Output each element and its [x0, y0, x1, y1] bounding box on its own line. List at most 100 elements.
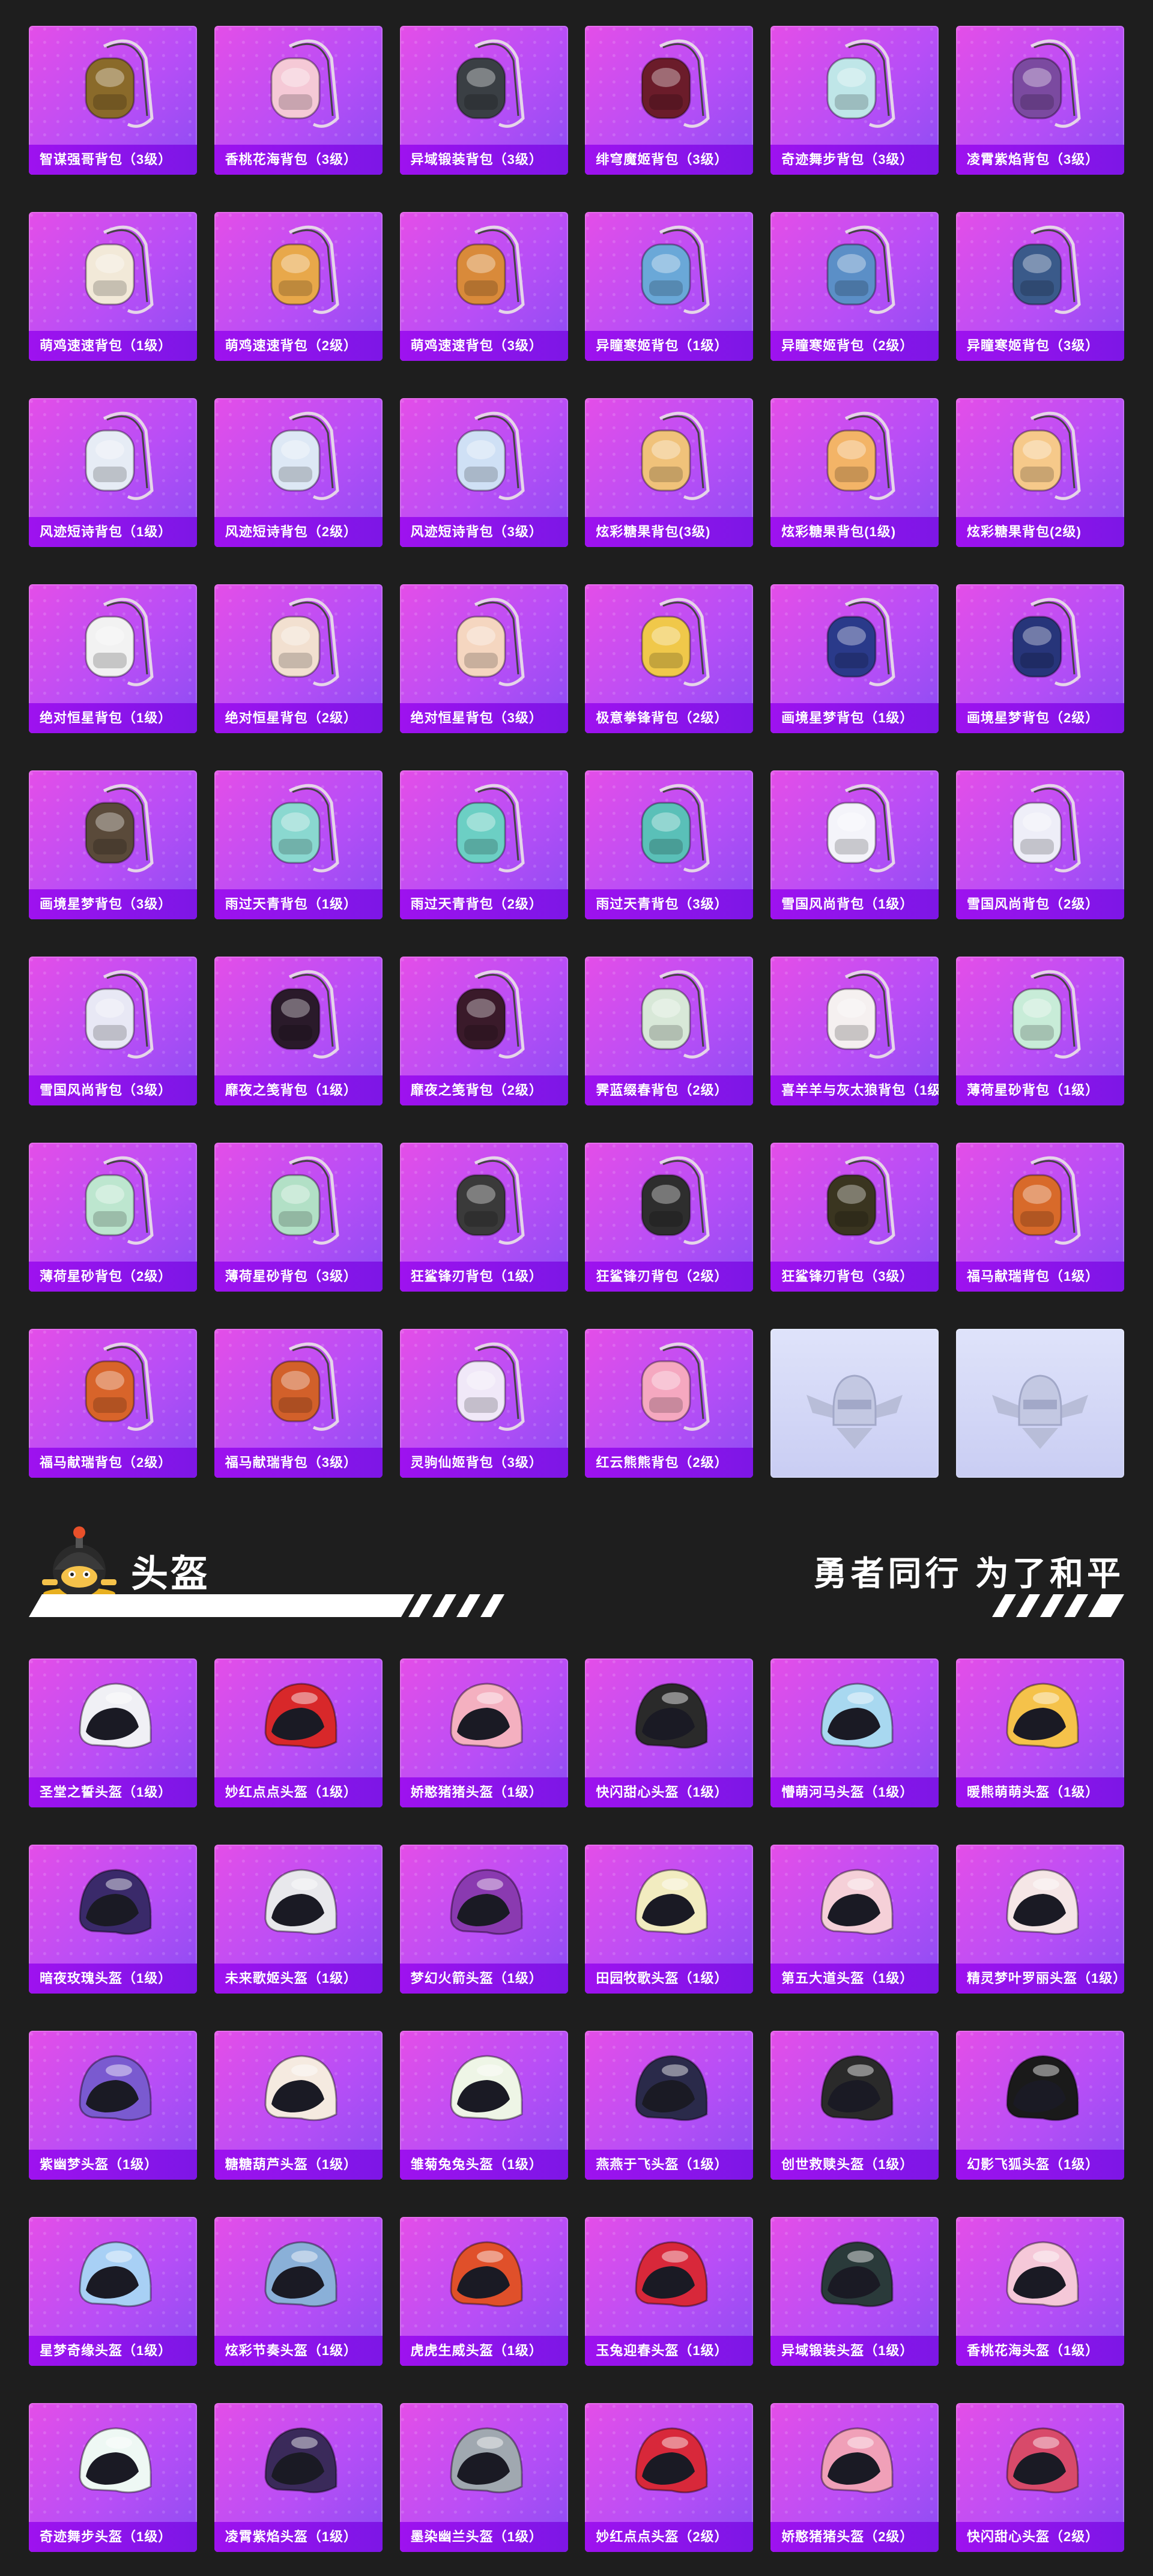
- backpack-card[interactable]: 风迹短诗背包（1级）: [29, 398, 197, 547]
- helmet-card[interactable]: 精灵梦叶罗丽头盔（1级）: [955, 1845, 1124, 1994]
- backpack-card[interactable]: 薄荷星砂背包（3级）: [214, 1143, 383, 1292]
- helmet-card[interactable]: 异域锻装头盔（1级）: [770, 2217, 939, 2366]
- backpack-card[interactable]: 奇迹舞步背包（3级）: [770, 26, 939, 175]
- helmet-card[interactable]: 妙红点点头盔（2级）: [585, 2403, 754, 2552]
- backpack-card[interactable]: 薄荷星砂背包（2级）: [29, 1143, 197, 1292]
- helmet-icon: [989, 2039, 1091, 2141]
- backpack-icon: [618, 407, 720, 509]
- backpack-card[interactable]: 霁蓝缀春背包（2级）: [585, 957, 754, 1105]
- backpack-card[interactable]: 狂鲨锋刃背包（1级）: [399, 1143, 568, 1292]
- helmet-card[interactable]: 奇迹舞步头盔（1级）: [29, 2403, 197, 2552]
- backpack-card[interactable]: 雨过天青背包（3级）: [585, 770, 754, 919]
- helmet-card[interactable]: 糖糖葫芦头盔（1级）: [214, 2031, 383, 2180]
- backpack-card[interactable]: 萌鸡速速背包（1级）: [29, 212, 197, 361]
- backpack-card[interactable]: 雨过天青背包（2级）: [399, 770, 568, 919]
- helmet-icon: [803, 2225, 906, 2327]
- backpack-card[interactable]: 智谋强哥背包（3级）: [29, 26, 197, 175]
- backpack-card[interactable]: 红云熊熊背包（2级）: [585, 1329, 754, 1478]
- helmet-card[interactable]: 炫彩节奏头盔（1级）: [214, 2217, 383, 2366]
- backpack-card[interactable]: 极意拳锋背包（2级）: [585, 584, 754, 733]
- helmet-card[interactable]: 懵萌河马头盔（1级）: [770, 1658, 939, 1807]
- helmet-icon: [62, 1853, 164, 1955]
- backpack-card[interactable]: 绝对恒星背包（2级）: [214, 584, 383, 733]
- helmet-card[interactable]: 创世救赎头盔（1级）: [770, 2031, 939, 2180]
- helmet-card[interactable]: 凌霄紫焰头盔（1级）: [214, 2403, 383, 2552]
- helmet-card[interactable]: 雏菊兔兔头盔（1级）: [399, 2031, 568, 2180]
- helmet-card[interactable]: 燕燕于飞头盔（1级）: [585, 2031, 754, 2180]
- backpack-card[interactable]: 画境星梦背包（3级）: [29, 770, 197, 919]
- backpack-card[interactable]: 福马献瑞背包（3级）: [214, 1329, 383, 1478]
- helmet-card[interactable]: 快闪甜心头盔（2级）: [955, 2403, 1124, 2552]
- backpack-card[interactable]: 萌鸡速速背包（2级）: [214, 212, 383, 361]
- backpack-card[interactable]: 炫彩糖果背包(3级): [585, 398, 754, 547]
- backpack-card[interactable]: 绝对恒星背包（3级）: [399, 584, 568, 733]
- helmet-card[interactable]: 娇憨猪猪头盔（2级）: [770, 2403, 939, 2552]
- backpack-card[interactable]: 雨过天青背包（1级）: [214, 770, 383, 919]
- backpack-name: 薄荷星砂背包（1级）: [955, 1075, 1124, 1105]
- backpack-card[interactable]: 炫彩糖果背包(1级): [770, 398, 939, 547]
- backpack-name: 靡夜之笺背包（1级）: [214, 1075, 383, 1105]
- backpack-card[interactable]: 福马献瑞背包（1级）: [955, 1143, 1124, 1292]
- backpack-icon: [618, 965, 720, 1067]
- helmet-card[interactable]: 香桃花海头盔（1级）: [955, 2217, 1124, 2366]
- backpack-card[interactable]: 绯穹魔姬背包（3级）: [585, 26, 754, 175]
- backpack-card[interactable]: 凌霄紫焰背包（3级）: [955, 26, 1124, 175]
- backpack-card[interactable]: 异瞳寒姬背包（2级）: [770, 212, 939, 361]
- backpack-card[interactable]: 风迹短诗背包（2级）: [214, 398, 383, 547]
- backpack-card[interactable]: 雪国风尚背包（2级）: [955, 770, 1124, 919]
- backpack-name: 福马献瑞背包（2级）: [29, 1448, 197, 1478]
- helmet-card[interactable]: 墨染幽兰头盔（1级）: [399, 2403, 568, 2552]
- helmet-icon: [618, 2411, 720, 2514]
- backpack-card[interactable]: 喜羊羊与灰太狼背包（1级）: [770, 957, 939, 1105]
- helmet-name: 创世救赎头盔（1级）: [770, 2150, 939, 2180]
- backpack-name: 灵驹仙姬背包（3级）: [399, 1448, 568, 1478]
- helmet-card[interactable]: 幻影飞狐头盔（1级）: [955, 2031, 1124, 2180]
- backpack-name: 风迹短诗背包（2级）: [214, 517, 383, 547]
- helmet-icon: [247, 1667, 350, 1769]
- backpack-icon: [247, 220, 350, 322]
- backpack-card[interactable]: 萌鸡速速背包（3级）: [399, 212, 568, 361]
- backpack-card[interactable]: 靡夜之笺背包（1级）: [214, 957, 383, 1105]
- backpack-card[interactable]: 风迹短诗背包（3级）: [399, 398, 568, 547]
- helmet-name: 奇迹舞步头盔（1级）: [29, 2522, 197, 2552]
- backpack-icon: [618, 1337, 720, 1439]
- helmet-card[interactable]: 玉兔迎春头盔（1级）: [585, 2217, 754, 2366]
- backpack-card[interactable]: 福马献瑞背包（2级）: [29, 1329, 197, 1478]
- backpack-grid: 智谋强哥背包（3级） 香桃花海背包（3级） 异域锻装背包（3级） 绯穹魔姬背包（3级）…: [29, 26, 1124, 1478]
- helmet-name: 梦幻火箭头盔（1级）: [399, 1964, 568, 1994]
- backpack-card[interactable]: 绝对恒星背包（1级）: [29, 584, 197, 733]
- helmet-card[interactable]: 第五大道头盔（1级）: [770, 1845, 939, 1994]
- backpack-icon: [433, 407, 535, 509]
- backpack-card[interactable]: 炫彩糖果背包(2级): [955, 398, 1124, 547]
- backpack-icon: [618, 1151, 720, 1253]
- backpack-card[interactable]: 雪国风尚背包（1级）: [770, 770, 939, 919]
- backpack-icon: [618, 220, 720, 322]
- backpack-card[interactable]: 香桃花海背包（3级）: [214, 26, 383, 175]
- backpack-card[interactable]: 狂鲨锋刃背包（3级）: [770, 1143, 939, 1292]
- helmet-card[interactable]: 暖熊萌萌头盔（1级）: [955, 1658, 1124, 1807]
- helmet-card[interactable]: 圣堂之誓头盔（1级）: [29, 1658, 197, 1807]
- helmet-card[interactable]: 未来歌姬头盔（1级）: [214, 1845, 383, 1994]
- backpack-card[interactable]: 雪国风尚背包（3级）: [29, 957, 197, 1105]
- backpack-icon: [989, 779, 1091, 881]
- helmet-card[interactable]: 暗夜玫瑰头盔（1级）: [29, 1845, 197, 1994]
- helmet-card[interactable]: 妙红点点头盔（1级）: [214, 1658, 383, 1807]
- helmet-card[interactable]: 娇憨猪猪头盔（1级）: [399, 1658, 568, 1807]
- backpack-icon: [618, 34, 720, 136]
- backpack-icon: [247, 1337, 350, 1439]
- helmet-card[interactable]: 快闪甜心头盔（1级）: [585, 1658, 754, 1807]
- backpack-card[interactable]: 狂鲨锋刃背包（2级）: [585, 1143, 754, 1292]
- helmet-card[interactable]: 田园牧歌头盔（1级）: [585, 1845, 754, 1994]
- backpack-card[interactable]: 靡夜之笺背包（2级）: [399, 957, 568, 1105]
- backpack-card[interactable]: 薄荷星砂背包（1级）: [955, 957, 1124, 1105]
- helmet-card[interactable]: 梦幻火箭头盔（1级）: [399, 1845, 568, 1994]
- helmet-card[interactable]: 紫幽梦头盔（1级）: [29, 2031, 197, 2180]
- backpack-card[interactable]: 异域锻装背包（3级）: [399, 26, 568, 175]
- helmet-card[interactable]: 虎虎生威头盔（1级）: [399, 2217, 568, 2366]
- backpack-card[interactable]: 异瞳寒姬背包（1级）: [585, 212, 754, 361]
- backpack-card[interactable]: 异瞳寒姬背包（3级）: [955, 212, 1124, 361]
- backpack-card[interactable]: 灵驹仙姬背包（3级）: [399, 1329, 568, 1478]
- helmet-card[interactable]: 星梦奇缘头盔（1级）: [29, 2217, 197, 2366]
- backpack-card[interactable]: 画境星梦背包（1级）: [770, 584, 939, 733]
- backpack-card[interactable]: 画境星梦背包（2级）: [955, 584, 1124, 733]
